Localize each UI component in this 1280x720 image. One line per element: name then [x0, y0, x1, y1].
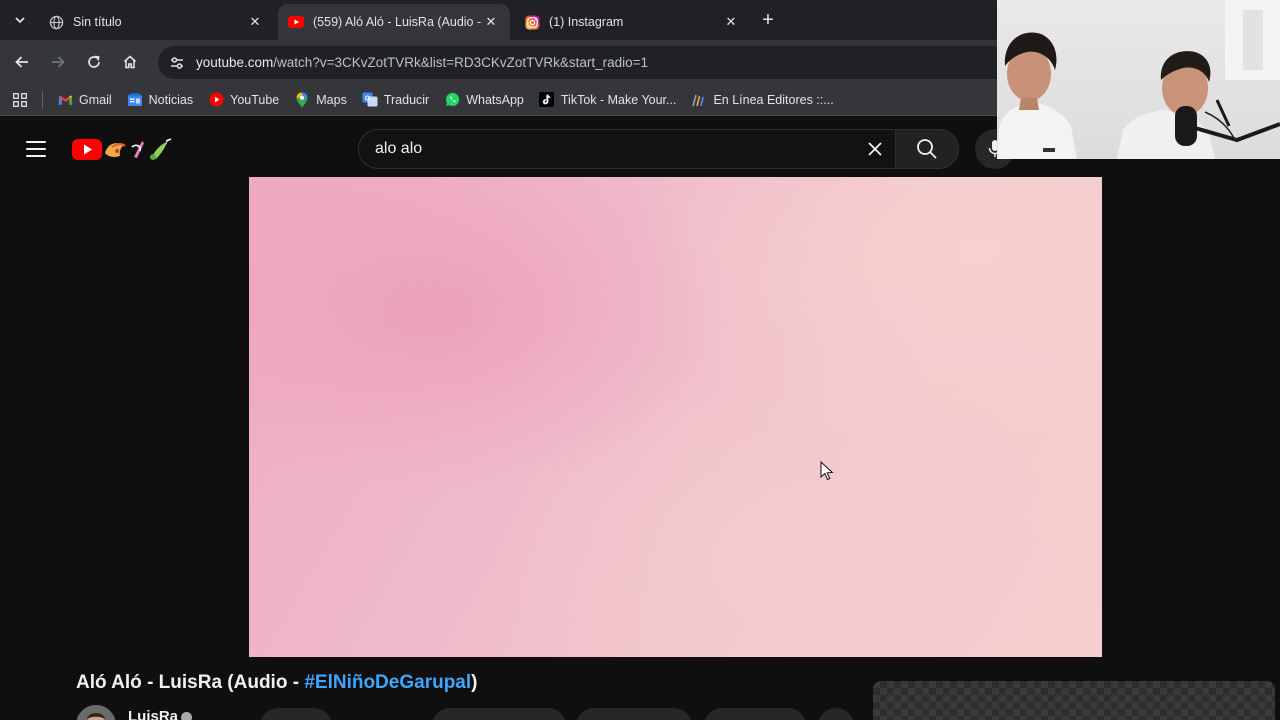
more-actions-button[interactable]	[818, 708, 854, 720]
close-icon[interactable]: ✕	[246, 13, 264, 31]
bookmark-en-linea-editores[interactable]: En Línea Editores ::...	[691, 92, 834, 108]
arrow-left-icon	[15, 56, 28, 68]
bookmark-maps[interactable]: Maps	[294, 92, 347, 108]
bookmark-label: Gmail	[79, 92, 112, 107]
arrow-right-icon	[52, 56, 65, 68]
url-text: youtube.com/watch?v=3CKvZotTVRk&list=RD3…	[196, 55, 648, 70]
video-player[interactable]	[249, 177, 1102, 657]
address-bar[interactable]: youtube.com/watch?v=3CKvZotTVRk&list=RD3…	[158, 46, 1058, 79]
maps-icon	[294, 92, 310, 108]
hashtag-link[interactable]: #ElNiñoDeGarupal	[304, 672, 471, 693]
youtube-favicon-icon	[288, 14, 304, 30]
back-button[interactable]	[8, 48, 36, 76]
webcam-video-feed	[997, 0, 1280, 159]
translate-icon: G	[362, 92, 378, 108]
share-button[interactable]	[576, 708, 692, 720]
tab-instagram[interactable]: (1) Instagram ✕	[514, 4, 750, 40]
forward-button[interactable]	[44, 48, 72, 76]
news-icon	[127, 92, 143, 108]
tab-youtube-video[interactable]: (559) Aló Aló - LuisRa (Audio - # ✕	[278, 4, 510, 40]
subscribe-button[interactable]	[260, 708, 332, 720]
close-icon[interactable]: ✕	[722, 13, 740, 31]
tab-title: (1) Instagram	[549, 15, 624, 29]
reload-icon	[88, 55, 100, 68]
tab-search-dropdown[interactable]	[6, 6, 34, 34]
editores-icon	[691, 92, 707, 108]
svg-text:G: G	[365, 95, 371, 102]
home-icon	[123, 55, 137, 69]
tab-title: (559) Aló Aló - LuisRa (Audio - #	[313, 15, 482, 29]
bookmark-label: YouTube	[230, 92, 280, 107]
search-icon	[917, 139, 937, 159]
gmail-icon	[57, 92, 73, 108]
youtube-logo[interactable]	[72, 135, 174, 163]
companion-ad-panel	[873, 681, 1275, 720]
bookmark-whatsapp[interactable]: WhatsApp	[444, 92, 524, 108]
mouse-cursor-icon	[820, 461, 834, 481]
channel-name[interactable]: LuisRa	[128, 708, 178, 720]
close-icon[interactable]: ✕	[482, 13, 500, 31]
verified-badge-icon	[181, 712, 192, 720]
globe-icon	[48, 14, 64, 30]
apps-grid-icon[interactable]	[10, 90, 30, 110]
youtube-search-box	[358, 129, 896, 169]
url-path: /watch?v=3CKvZotTVRk&list=RD3CKvZotTVRk&…	[273, 55, 649, 70]
channel-avatar[interactable]	[76, 705, 116, 720]
tab-sin-titulo[interactable]: Sin título ✕	[38, 4, 274, 40]
url-host: youtube.com	[196, 55, 274, 70]
bookmark-label: Noticias	[148, 92, 194, 107]
youtube-icon	[208, 92, 224, 108]
webcam-overlay	[997, 0, 1280, 159]
search-input[interactable]	[375, 140, 855, 158]
chevron-down-icon	[15, 17, 25, 24]
bookmark-youtube[interactable]: YouTube	[208, 92, 279, 108]
bookmark-traducir[interactable]: G Traducir	[362, 92, 429, 108]
tab-title: Sin título	[73, 15, 122, 29]
clear-search-icon[interactable]	[855, 129, 895, 169]
site-info-icon[interactable]	[166, 52, 188, 74]
bookmarks-divider	[42, 90, 43, 109]
bookmark-tiktok[interactable]: TikTok - Make Your...	[539, 92, 677, 108]
instagram-favicon-icon	[524, 14, 540, 30]
bookmark-label: En Línea Editores ::...	[713, 92, 834, 107]
bookmark-label: Traducir	[383, 92, 430, 107]
video-title: Aló Aló - LuisRa (Audio - #ElNiñoDeGarup…	[76, 672, 478, 693]
bookmark-label: TikTok - Make Your...	[560, 92, 677, 107]
home-button[interactable]	[116, 48, 144, 76]
search-button[interactable]	[895, 129, 959, 169]
new-tab-button[interactable]: +	[756, 8, 780, 32]
bookmark-gmail[interactable]: Gmail	[57, 92, 112, 108]
bookmark-label: WhatsApp	[466, 92, 524, 107]
bookmark-noticias[interactable]: Noticias	[127, 92, 193, 108]
save-button[interactable]	[704, 708, 806, 720]
whatsapp-icon	[444, 92, 460, 108]
reload-button[interactable]	[80, 48, 108, 76]
tiktok-icon	[539, 92, 555, 108]
menu-icon[interactable]	[22, 135, 50, 163]
bookmark-label: Maps	[316, 92, 347, 107]
like-dislike-button[interactable]	[432, 708, 566, 720]
